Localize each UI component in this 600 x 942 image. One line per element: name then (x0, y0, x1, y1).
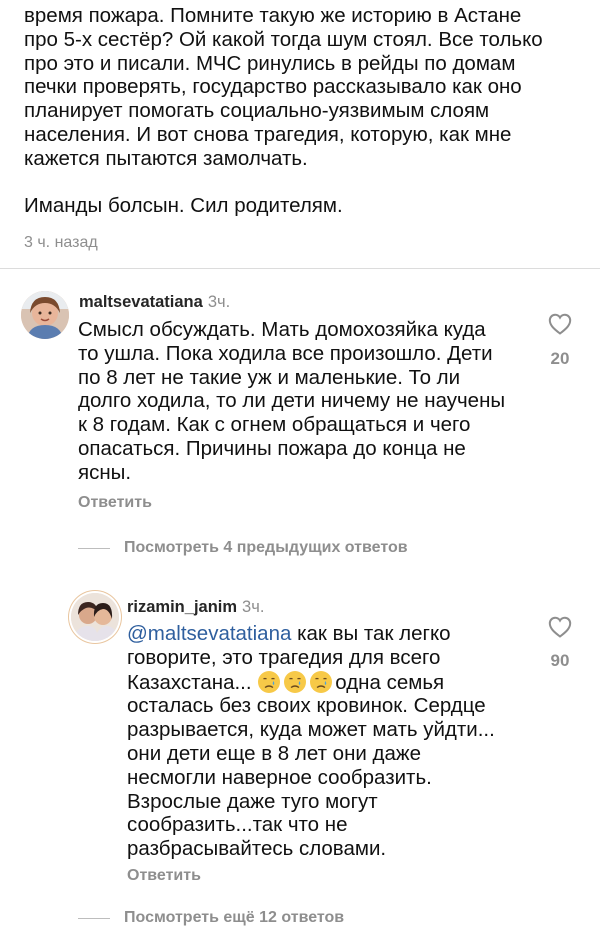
comment-text: Смысл обсуждать. Мать домохозяйка куда т… (78, 318, 505, 485)
mention-link[interactable]: @maltsevatatiana (127, 622, 291, 645)
caption-line: кажется пытаются замолчать. (24, 146, 308, 170)
comment-line: Казахстана... одна семья (127, 670, 495, 695)
comment-line: разрывается, куда может мать уйдти... (127, 718, 495, 742)
comment-line: Взрослые даже туго могут (127, 789, 378, 813)
comment-line-start: Казахстана... (127, 670, 252, 694)
comment-time: 3ч. (242, 598, 265, 616)
like-count: 20 (550, 349, 570, 368)
avatar-maltsevatatiana[interactable] (21, 291, 69, 339)
comment-line: опасаться. Причины пожара до конца не (78, 436, 466, 460)
like-heart-icon[interactable] (548, 313, 572, 335)
reply-button[interactable]: Ответить (127, 867, 201, 885)
comment-username[interactable]: rizamin_janim (127, 598, 237, 616)
comment-line: Смысл обсуждать. Мать домохозяйка куда (78, 318, 486, 341)
crying-face-icon (258, 670, 281, 693)
comment-line: долго ходила, то ли дети ничему не науче… (78, 389, 506, 413)
caption-line: про это и писали. МЧС ринулись в рейды п… (24, 51, 516, 75)
comment-line: несмогли наверное сообразить. (127, 765, 432, 789)
comment-line: ясны. (78, 460, 132, 484)
comment-username[interactable]: maltsevatatiana (79, 293, 203, 311)
comment-line: @maltsevatatiana как вы так легко (127, 622, 495, 646)
caption-line: планирует помогать социально-уязвимым сл… (24, 99, 490, 123)
comment-line-end: одна семья (335, 670, 445, 694)
view-previous-replies-button[interactable]: Посмотреть 4 предыдущих ответов (78, 538, 408, 558)
view-more-replies-button[interactable]: Посмотреть ещё 12 ответов (78, 908, 344, 928)
comment-line-rest: как вы так легко (291, 622, 451, 645)
like-heart-icon[interactable] (548, 616, 572, 638)
reply-text: @maltsevatatiana как вы так легко говори… (127, 622, 495, 861)
caption-line: про 5-х сестёр? Ой какой тогда шум стоял… (24, 27, 543, 51)
caption-line: печки проверять, государство рассказывал… (24, 75, 522, 99)
reply-button[interactable]: Ответить (78, 494, 152, 512)
divider-dash (78, 547, 110, 549)
comment-line: то ушла. Пока ходила все произошло. Дети (78, 341, 493, 365)
avatar-rizamin-janim[interactable] (71, 593, 119, 641)
crying-face-icon (310, 670, 333, 693)
reply-header: rizamin_janim 3ч. (127, 597, 264, 617)
comment-line: по 8 лет не такие уж и маленькие. То ли (78, 365, 461, 389)
comment-time: 3ч. (207, 293, 231, 311)
caption-line: время пожара. Помните такую же историю в… (24, 4, 522, 27)
comment-line: сообразить...так что не (127, 813, 348, 837)
divider-dash (78, 917, 110, 919)
crying-face-icon (284, 670, 307, 693)
comment-line: осталась без своих кровинок. Сердце (127, 694, 486, 718)
like-count: 90 (550, 651, 570, 670)
caption-closing-line: Иманды болсын. Сил родителям. (24, 193, 343, 217)
comment-line: говорите, это трагедия для всего (127, 645, 441, 669)
comment-line: они дети еще в 8 лет они даже (127, 741, 422, 765)
post-caption-text: время пожара. Помните такую же историю в… (24, 4, 594, 217)
post-timestamp: 3 ч. назад (24, 234, 98, 251)
avatar-photo-icon (71, 593, 119, 641)
comment-line: разбрасывайтесь словами. (127, 837, 387, 861)
post-caption-block: время пожара. Помните такую же историю в… (0, 0, 600, 269)
view-replies-label: Посмотреть ещё 12 ответов (124, 909, 345, 926)
caption-line: населения. И вот снова трагедия, которую… (24, 122, 512, 146)
view-replies-label: Посмотреть 4 предыдущих ответов (124, 539, 408, 556)
avatar-photo-icon (21, 291, 69, 339)
comment-line: к 8 годам. Как с огнем обращаться и чего (78, 413, 471, 437)
comment-header: maltsevatatiana 3ч. (79, 292, 230, 312)
